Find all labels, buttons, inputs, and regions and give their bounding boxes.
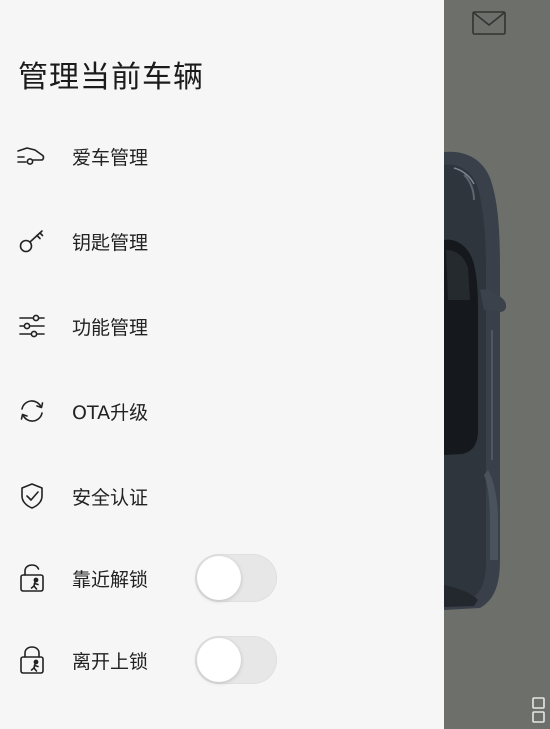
lock-unlock-icon [15, 561, 49, 595]
shield-check-icon [15, 479, 49, 513]
dimmed-background-panel[interactable] [444, 0, 550, 729]
car-image [444, 151, 507, 610]
menu-item-label: 钥匙管理 [72, 231, 149, 254]
drawer-title: 管理当前车辆 [18, 60, 204, 95]
lock-walk-icon [15, 643, 49, 677]
menu-item-approach-unlock: 靠近解锁 [0, 550, 444, 606]
menu-item-label: 安全认证 [72, 486, 149, 509]
menu-item-label: OTA升级 [72, 401, 149, 424]
menu-item-label: 离开上锁 [72, 650, 149, 673]
navigation-drawer: 管理当前车辆 爱车管理 钥匙管理 功能管理 OTA升级 安全认证 靠近解锁 离开… [0, 0, 444, 729]
menu-item-label: 功能管理 [72, 316, 149, 339]
menu-item-function-management[interactable]: 功能管理 [0, 298, 444, 354]
menu-item-label: 爱车管理 [72, 146, 149, 169]
sliders-icon [15, 309, 49, 343]
refresh-icon [15, 394, 49, 428]
mail-button[interactable] [471, 8, 507, 38]
car-wash-icon [15, 139, 49, 173]
menu-item-key-management[interactable]: 钥匙管理 [0, 213, 444, 269]
menu-item-car-management[interactable]: 爱车管理 [0, 128, 444, 184]
menu-item-security-certification[interactable]: 安全认证 [0, 468, 444, 524]
grid-icon [532, 697, 545, 723]
approach-unlock-toggle[interactable] [195, 554, 277, 602]
grid-button[interactable] [530, 695, 548, 725]
key-icon [15, 224, 49, 258]
leave-lock-toggle[interactable] [195, 636, 277, 684]
menu-item-leave-lock: 离开上锁 [0, 632, 444, 688]
toggle-knob [197, 638, 241, 682]
menu-item-label: 靠近解锁 [72, 568, 149, 591]
mail-icon [472, 11, 506, 35]
toggle-knob [197, 556, 241, 600]
menu-item-ota-upgrade[interactable]: OTA升级 [0, 383, 444, 439]
